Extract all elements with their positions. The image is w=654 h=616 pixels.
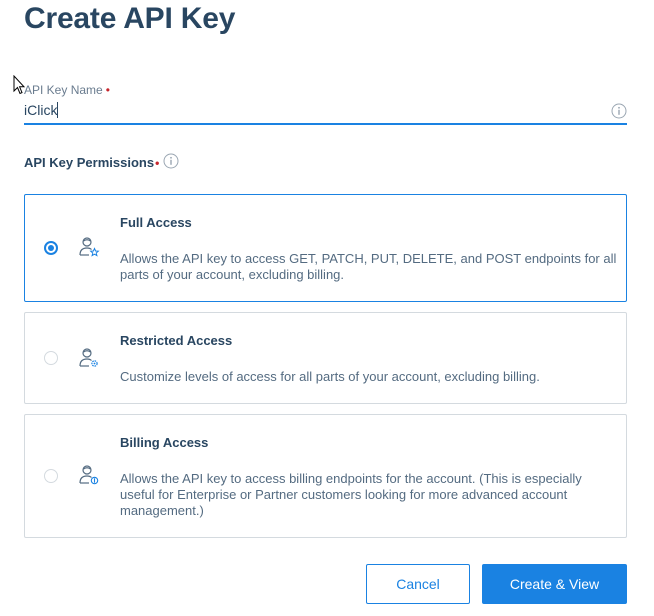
restricted-access-radio[interactable] [44,351,58,365]
permissions-label: API Key Permissions• [24,155,160,170]
full-access-title: Full Access [120,215,192,230]
restricted-access-description: Customize levels of access for all parts… [120,369,540,384]
info-icon[interactable] [611,103,627,119]
required-indicator: • [155,156,160,170]
billing-access-description: Allows the API key to access billing end… [120,471,582,518]
user-star-icon [79,237,100,257]
billing-access-title: Billing Access [120,435,209,450]
api-key-name-field: API Key Name • [24,83,627,125]
api-key-name-input[interactable] [24,100,604,120]
create-and-view-button[interactable]: Create & View [482,564,627,604]
full-access-description: Allows the API key to access GET, PATCH,… [120,251,617,282]
full-access-radio[interactable] [44,241,58,255]
user-dollar-icon [79,465,99,485]
api-key-name-label: API Key Name • [24,83,110,97]
create-api-key-page: Create API Key API Key Name• API Key Per… [0,0,654,616]
cancel-button[interactable]: Cancel [366,564,470,604]
input-underline [24,123,627,125]
text-caret [57,102,58,118]
permissions-info-icon[interactable] [163,153,179,169]
permission-option-billing-access[interactable]: Billing Access Allows the API key to acc… [24,414,627,538]
page-title: Create API Key [24,2,236,35]
permission-option-full-access[interactable]: Full Access Allows the API key to access… [24,194,627,302]
permission-option-restricted-access[interactable]: Restricted Access Customize levels of ac… [24,312,627,404]
required-indicator: • [105,83,110,97]
restricted-access-title: Restricted Access [120,333,233,348]
user-gear-icon [79,348,98,367]
billing-access-radio[interactable] [44,469,58,483]
